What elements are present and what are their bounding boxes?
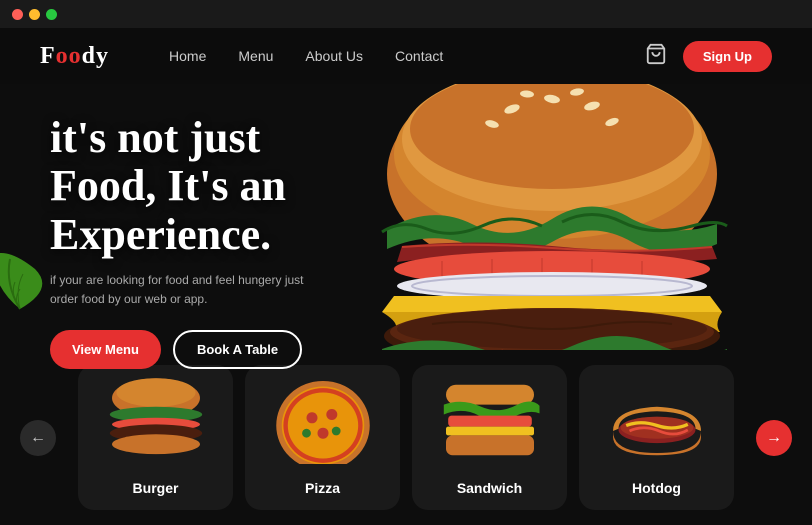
hero-subtitle: if your are looking for food and feel hu… (50, 271, 310, 309)
sandwich-card-label: Sandwich (457, 480, 522, 496)
pizza-card[interactable]: Pizza (245, 365, 400, 510)
hotdog-card[interactable]: Hotdog (579, 365, 734, 510)
pizza-card-image (268, 375, 378, 465)
navbar: Foody Home Menu About Us Contact Sign Up (0, 28, 812, 84)
nav-menu[interactable]: Menu (238, 48, 273, 64)
close-dot[interactable] (12, 9, 23, 20)
logo: Foody (40, 43, 109, 70)
hero-title: it's not just Food, It's an Experience. (50, 114, 310, 259)
nav-actions: Sign Up (645, 41, 772, 72)
next-arrow-button[interactable]: → (756, 420, 792, 456)
burger-card-image (101, 375, 211, 465)
main-container: Foody Home Menu About Us Contact Sign Up… (0, 28, 812, 525)
prev-arrow-button[interactable]: ← (20, 420, 56, 456)
sandwich-card[interactable]: Sandwich (412, 365, 567, 510)
hero-section: it's not just Food, It's an Experience. … (0, 84, 812, 394)
hero-burger-image (352, 84, 752, 394)
window-chrome (0, 0, 812, 28)
burger-card-label: Burger (133, 480, 179, 496)
nav-home[interactable]: Home (169, 48, 206, 64)
maximize-dot[interactable] (46, 9, 57, 20)
hero-buttons: View Menu Book A Table (50, 330, 310, 369)
hero-text: it's not just Food, It's an Experience. … (50, 114, 310, 369)
book-table-button[interactable]: Book A Table (173, 330, 302, 369)
signup-button[interactable]: Sign Up (683, 41, 772, 72)
hotdog-card-image (602, 375, 712, 465)
view-menu-button[interactable]: View Menu (50, 330, 161, 369)
leaf-decoration (0, 244, 55, 314)
sandwich-card-image (435, 375, 545, 465)
pizza-card-label: Pizza (305, 480, 340, 496)
categories-section: ← Burger (0, 350, 812, 525)
nav-links: Home Menu About Us Contact (169, 48, 645, 64)
nav-contact[interactable]: Contact (395, 48, 443, 64)
hotdog-card-label: Hotdog (632, 480, 681, 496)
burger-card[interactable]: Burger (78, 365, 233, 510)
cart-icon[interactable] (645, 43, 667, 70)
nav-about[interactable]: About Us (305, 48, 363, 64)
food-cards: Burger (66, 365, 746, 510)
minimize-dot[interactable] (29, 9, 40, 20)
